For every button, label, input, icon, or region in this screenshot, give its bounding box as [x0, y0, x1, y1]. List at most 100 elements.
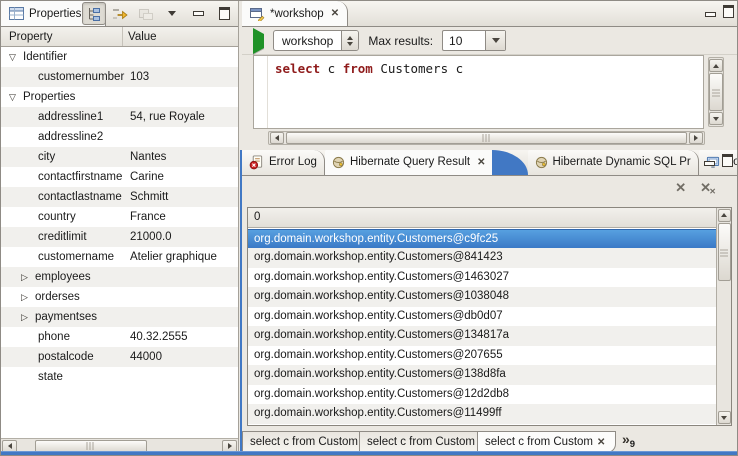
tab-overflow-chevron[interactable]: » 9: [616, 431, 635, 453]
property-row[interactable]: addressline2: [1, 127, 238, 147]
result-row[interactable]: org.domain.workshop.entity.Customers@207…: [248, 346, 716, 366]
collapse-arrow-icon[interactable]: ▽: [8, 52, 17, 63]
tab-hibernate-dynamic-sql-label: Hibernate Dynamic SQL Pr: [553, 156, 691, 168]
property-value[interactable]: 103: [126, 71, 238, 83]
minimize-button[interactable]: [704, 155, 715, 166]
minimize-button[interactable]: [705, 6, 716, 17]
result-row[interactable]: org.domain.workshop.entity.Customers@114…: [248, 404, 716, 424]
expand-arrow-icon[interactable]: ▷: [20, 312, 29, 323]
property-value[interactable]: Nantes: [126, 151, 238, 163]
hql-query-text[interactable]: select c from Customers c: [268, 56, 463, 128]
minimize-button[interactable]: [186, 2, 210, 25]
property-label-cell: addressline1: [1, 111, 126, 123]
remove-all-results-icon[interactable]: ✕: [700, 181, 711, 194]
scrollbar-thumb[interactable]: [718, 223, 731, 281]
result-row-selected[interactable]: org.domain.workshop.entity.Customers@c9f…: [248, 229, 716, 249]
scroll-right-icon[interactable]: [689, 132, 703, 144]
filter-properties-button[interactable]: [108, 2, 132, 25]
property-value[interactable]: France: [126, 211, 238, 223]
code-area[interactable]: select c from Customers c: [253, 55, 704, 129]
result-row[interactable]: org.domain.workshop.entity.Customers@841…: [248, 248, 716, 268]
maximize-button[interactable]: [723, 5, 734, 18]
remove-result-icon[interactable]: ✕: [675, 181, 686, 194]
tab-workshop-label: *workshop: [270, 8, 324, 20]
property-row[interactable]: ▽ Identifier: [1, 47, 238, 67]
property-value[interactable]: Atelier graphique: [126, 251, 238, 263]
property-row[interactable]: countryFrance: [1, 207, 238, 227]
result-tab-3-label: select c from Custom: [485, 436, 593, 448]
tab-error-log-label: Error Log: [269, 156, 317, 168]
chevron-down-icon[interactable]: [485, 31, 505, 50]
property-row[interactable]: creditlimit21000.0: [1, 227, 238, 247]
result-tab-2[interactable]: select c from Custom: [360, 431, 478, 453]
max-results-value[interactable]: 10: [443, 34, 485, 48]
editor-body: select c from Customers c: [242, 55, 738, 147]
scroll-left-icon[interactable]: [270, 132, 284, 144]
property-row[interactable]: contactlastnameSchmitt: [1, 187, 238, 207]
scroll-up-icon[interactable]: [718, 209, 731, 222]
collapse-arrow-icon[interactable]: ▽: [8, 92, 17, 103]
property-value[interactable]: Carine: [126, 171, 238, 183]
combo-spinner-icon[interactable]: [341, 31, 358, 50]
property-value[interactable]: Schmitt: [126, 191, 238, 203]
property-row[interactable]: ▷orderses: [1, 287, 238, 307]
expand-arrow-icon[interactable]: ▷: [20, 272, 29, 283]
properties-rows: ▽Identifiercustomernumber103▽Propertiesa…: [1, 47, 238, 438]
view-menu-icon[interactable]: [160, 2, 184, 25]
property-row[interactable]: phone40.32.2555: [1, 327, 238, 347]
property-value[interactable]: 40.32.2555: [126, 331, 238, 343]
close-icon[interactable]: ✕: [329, 8, 339, 19]
configuration-combo[interactable]: workshop: [273, 30, 359, 51]
property-value[interactable]: 21000.0: [126, 231, 238, 243]
result-tab-1[interactable]: select c from Custom: [242, 431, 360, 453]
maximize-button[interactable]: [212, 2, 236, 25]
scroll-up-icon[interactable]: [709, 59, 723, 72]
max-results-combo[interactable]: 10: [442, 30, 506, 51]
tree-mode-button[interactable]: [82, 2, 106, 25]
maximize-button[interactable]: [722, 154, 733, 167]
results-vscrollbar[interactable]: [716, 208, 731, 425]
tab-workshop[interactable]: *workshop ✕: [242, 1, 348, 26]
property-name: Identifier: [23, 51, 67, 63]
scrollbar-thumb[interactable]: [709, 73, 723, 111]
editor-toolbar: workshop Max results: 10: [242, 27, 738, 55]
result-column-header[interactable]: 0: [248, 208, 716, 228]
property-row[interactable]: postalcode44000: [1, 347, 238, 367]
property-row[interactable]: customernameAtelier graphique: [1, 247, 238, 267]
property-row[interactable]: state: [1, 367, 238, 387]
tab-hibernate-query-result[interactable]: Hibernate Query Result ✕: [325, 150, 493, 175]
property-row[interactable]: customernumber103: [1, 67, 238, 87]
result-row[interactable]: org.domain.workshop.entity.Customers@db0…: [248, 307, 716, 327]
property-value[interactable]: 44000: [126, 351, 238, 363]
result-row[interactable]: org.domain.workshop.entity.Customers@103…: [248, 287, 716, 307]
column-header-value[interactable]: Value: [123, 27, 238, 46]
result-row[interactable]: org.domain.workshop.entity.Customers@146…: [248, 268, 716, 288]
result-row[interactable]: org.domain.workshop.entity.Customers@12d…: [248, 385, 716, 405]
scrollbar-thumb[interactable]: [286, 132, 687, 144]
max-results-label: Max results:: [368, 34, 433, 48]
tab-error-log[interactable]: Error Log: [242, 150, 325, 175]
result-row[interactable]: org.domain.workshop.entity.Customers@134…: [248, 326, 716, 346]
scroll-down-icon[interactable]: [718, 411, 731, 424]
property-value[interactable]: 54, rue Royale: [126, 111, 238, 123]
property-row[interactable]: cityNantes: [1, 147, 238, 167]
editor-hscrollbar[interactable]: [268, 131, 705, 145]
column-header-property[interactable]: Property: [1, 27, 123, 46]
result-tab-3[interactable]: select c from Custom ✕: [478, 431, 616, 453]
restore-value-button: [134, 2, 158, 25]
editor-vscrollbar[interactable]: [708, 57, 724, 127]
scroll-down-icon[interactable]: [709, 112, 723, 125]
expand-arrow-icon[interactable]: ▷: [20, 292, 29, 303]
close-icon[interactable]: ✕: [597, 437, 605, 448]
property-row[interactable]: ▷paymentses: [1, 307, 238, 327]
tab-hibernate-dynamic-sql[interactable]: Hibernate Dynamic SQL Pr: [528, 150, 699, 175]
property-row[interactable]: ▷employees: [1, 267, 238, 287]
close-icon[interactable]: ✕: [475, 157, 485, 168]
active-tab-swoosh: [492, 150, 528, 175]
property-row[interactable]: ▽Properties: [1, 87, 238, 107]
result-row[interactable]: org.domain.workshop.entity.Customers@138…: [248, 365, 716, 385]
property-row[interactable]: addressline154, rue Royale: [1, 107, 238, 127]
run-query-button[interactable]: [253, 34, 264, 48]
property-label-cell: postalcode: [1, 351, 126, 363]
property-row[interactable]: contactfirstnameCarine: [1, 167, 238, 187]
